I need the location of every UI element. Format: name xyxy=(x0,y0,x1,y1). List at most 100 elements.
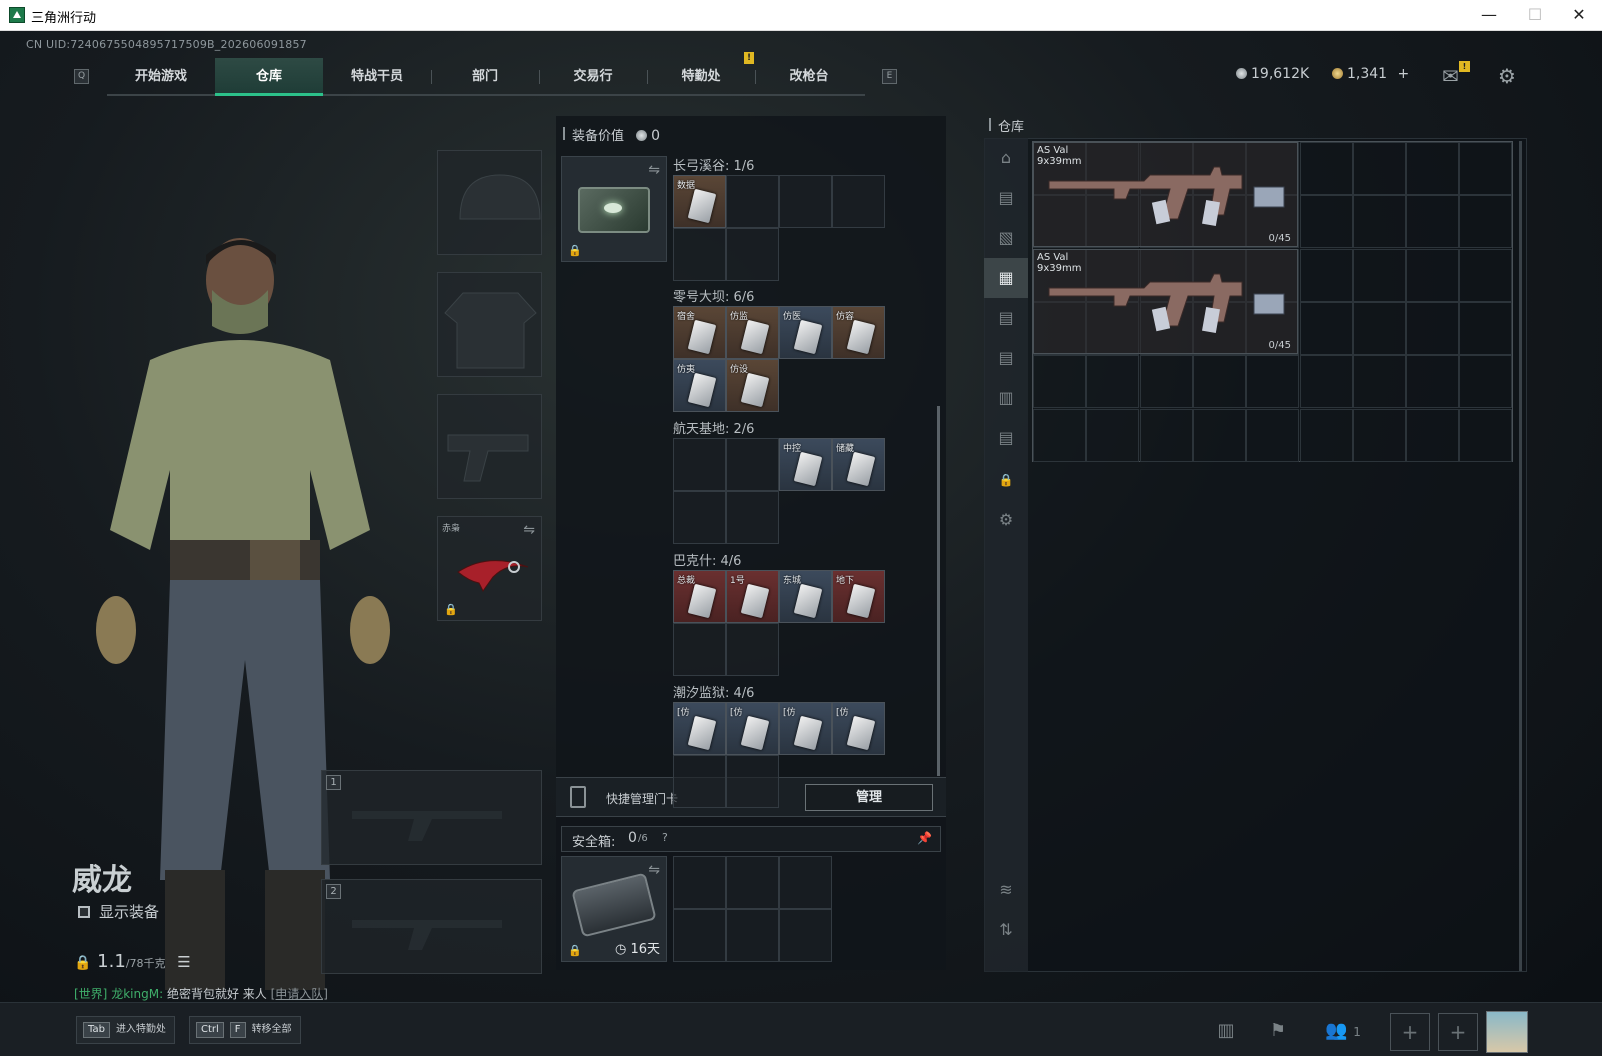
warehouse-cell[interactable] xyxy=(1459,355,1513,409)
warehouse-cell[interactable] xyxy=(1459,248,1513,302)
tab-warehouse-2-icon[interactable]: ▧ xyxy=(984,218,1028,258)
keycard-grid-cell[interactable] xyxy=(726,228,779,281)
add-currency-button[interactable]: + xyxy=(1398,66,1410,82)
show-equipment-toggle[interactable]: 显示装备 xyxy=(78,901,159,922)
tab-operators[interactable]: 特战干员 xyxy=(323,58,431,96)
warehouse-cell[interactable] xyxy=(1352,142,1406,195)
help-icon[interactable]: ? xyxy=(662,831,668,844)
armor-slot[interactable] xyxy=(437,272,542,377)
settings-gear-icon[interactable]: ⚙ xyxy=(1498,64,1516,88)
chat-user[interactable]: 龙kingM: xyxy=(111,987,163,1001)
safe-box-cell[interactable] xyxy=(673,856,726,909)
keycard-item[interactable]: 仿夷 xyxy=(673,359,726,412)
tab-weapons-icon[interactable]: ▦ xyxy=(984,258,1028,298)
warehouse-cell[interactable] xyxy=(1406,248,1460,302)
swap-icon[interactable]: ⇋ xyxy=(523,522,535,538)
tab-gunsmith[interactable]: 改枪台 xyxy=(755,58,863,96)
keycard-item[interactable]: 仿监 xyxy=(726,306,779,359)
tab-warehouse[interactable]: 仓库 xyxy=(215,58,323,96)
keycard-grid-cell[interactable] xyxy=(832,175,885,228)
warehouse-cell[interactable] xyxy=(1406,408,1460,462)
tab-special-ops[interactable]: 特勤处 xyxy=(647,58,755,96)
keycard-item[interactable]: 总裁 xyxy=(673,570,726,623)
nav-prev-key[interactable]: Q xyxy=(74,69,89,84)
warehouse-cell[interactable] xyxy=(1352,408,1406,462)
tab-warehouse-7-icon[interactable]: ▤ xyxy=(984,418,1028,458)
warehouse-cell[interactable] xyxy=(1352,301,1406,355)
enter-special-ops-button[interactable]: Tab 进入特勤处 xyxy=(76,1016,175,1044)
helmet-slot[interactable] xyxy=(437,150,542,255)
primary-weapon-slot-1[interactable]: 1 xyxy=(321,770,542,865)
apply-join-link[interactable]: [申请入队] xyxy=(271,987,328,1001)
weapon-item[interactable]: AS Val 9x39mm 0/45 xyxy=(1033,249,1298,354)
pin-icon[interactable]: 📌 xyxy=(917,831,932,845)
keycard-item[interactable]: [仿 xyxy=(832,702,885,755)
keycard-item[interactable]: [仿 xyxy=(673,702,726,755)
safe-box-cell[interactable] xyxy=(673,909,726,962)
keycard-grid-cell[interactable] xyxy=(673,491,726,544)
tab-warehouse-6-icon[interactable]: ▥ xyxy=(984,378,1028,418)
keycard-item[interactable]: 仿设 xyxy=(726,359,779,412)
warehouse-cell[interactable] xyxy=(1459,408,1513,462)
flag-icon[interactable]: ⚑ xyxy=(1258,1015,1298,1047)
safe-box-cell[interactable] xyxy=(779,856,832,909)
warehouse-settings-gear-icon[interactable]: ⚙ xyxy=(984,500,1028,540)
nav-next-key[interactable]: E xyxy=(882,69,897,84)
invite-slot-2-plus-icon[interactable]: + xyxy=(1438,1013,1478,1051)
warehouse-cell[interactable] xyxy=(1406,142,1460,195)
warehouse-cell[interactable] xyxy=(1406,195,1460,249)
warehouse-cell[interactable] xyxy=(1459,195,1513,249)
keycard-grid-cell[interactable] xyxy=(673,623,726,676)
show-equipment-checkbox[interactable] xyxy=(78,906,90,918)
warehouse-cell[interactable] xyxy=(1299,195,1353,249)
team-icon[interactable]: 👥 1 xyxy=(1318,1015,1368,1047)
warehouse-cell[interactable] xyxy=(1299,142,1353,195)
warehouse-cell[interactable] xyxy=(1352,248,1406,302)
keycard-item[interactable]: 1号 xyxy=(726,570,779,623)
warehouse-cell[interactable] xyxy=(1246,408,1300,462)
keycard-item[interactable]: 宿舍 xyxy=(673,306,726,359)
warehouse-cell[interactable] xyxy=(1459,301,1513,355)
warehouse-cell[interactable] xyxy=(1246,355,1300,409)
warehouse-cell[interactable] xyxy=(1192,355,1246,409)
warehouse-cell[interactable] xyxy=(1406,355,1460,409)
keycard-item[interactable]: 仿容 xyxy=(832,306,885,359)
minimize-button[interactable]: — xyxy=(1466,0,1512,31)
melee-slot[interactable]: 赤枭 ⇋ 🔒 xyxy=(437,516,542,621)
sort-icon[interactable]: ⇅ xyxy=(984,910,1028,950)
mail-icon[interactable]: ✉ xyxy=(1442,64,1459,88)
warehouse-cell[interactable] xyxy=(1299,355,1353,409)
warehouse-cell[interactable] xyxy=(1033,355,1086,409)
warehouse-cell[interactable] xyxy=(1086,408,1140,462)
safe-box-cell[interactable] xyxy=(779,909,832,962)
warehouse-scrollbar[interactable] xyxy=(1519,141,1522,971)
primary-weapon-slot-2[interactable]: 2 xyxy=(321,879,542,974)
keycard-item[interactable]: 数据 xyxy=(673,175,726,228)
keycard-item[interactable]: 东城 xyxy=(779,570,832,623)
transfer-all-button[interactable]: Ctrl F 转移全部 xyxy=(189,1016,301,1044)
warehouse-cell[interactable] xyxy=(1139,408,1193,462)
warehouse-cell[interactable] xyxy=(1299,248,1353,302)
safe-box-cell[interactable] xyxy=(726,909,779,962)
tab-department[interactable]: 部门 xyxy=(431,58,539,96)
maximize-button[interactable]: ☐ xyxy=(1512,0,1558,31)
warehouse-cell[interactable] xyxy=(1352,355,1406,409)
keycard-grid-cell[interactable] xyxy=(726,755,779,808)
swap-icon[interactable]: ⇋ xyxy=(648,862,660,878)
keycard-grid-cell[interactable] xyxy=(726,175,779,228)
keycard-item[interactable]: 仿医 xyxy=(779,306,832,359)
warehouse-cell[interactable] xyxy=(1139,355,1193,409)
weapon-item[interactable]: AS Val 9x39mm 0/45 xyxy=(1033,142,1298,247)
keycard-grid-cell[interactable] xyxy=(673,228,726,281)
stats-chart-icon[interactable]: ▥ xyxy=(1206,1015,1246,1047)
keycard-item[interactable]: 地下 xyxy=(832,570,885,623)
tab-start-game[interactable]: 开始游戏 xyxy=(107,58,215,96)
tab-warehouse-5-icon[interactable]: ▤ xyxy=(984,338,1028,378)
warehouse-cell[interactable] xyxy=(1299,408,1353,462)
tab-warehouse-4-icon[interactable]: ▤ xyxy=(984,298,1028,338)
safe-box-slot[interactable]: ⇋ 🔒 ◷ 16天 xyxy=(561,856,667,962)
tab-all-icon[interactable]: ⌂ xyxy=(984,138,1028,178)
warehouse-cell[interactable] xyxy=(1299,301,1353,355)
warehouse-cell[interactable] xyxy=(1352,195,1406,249)
list-icon[interactable]: ☰ xyxy=(177,953,190,971)
